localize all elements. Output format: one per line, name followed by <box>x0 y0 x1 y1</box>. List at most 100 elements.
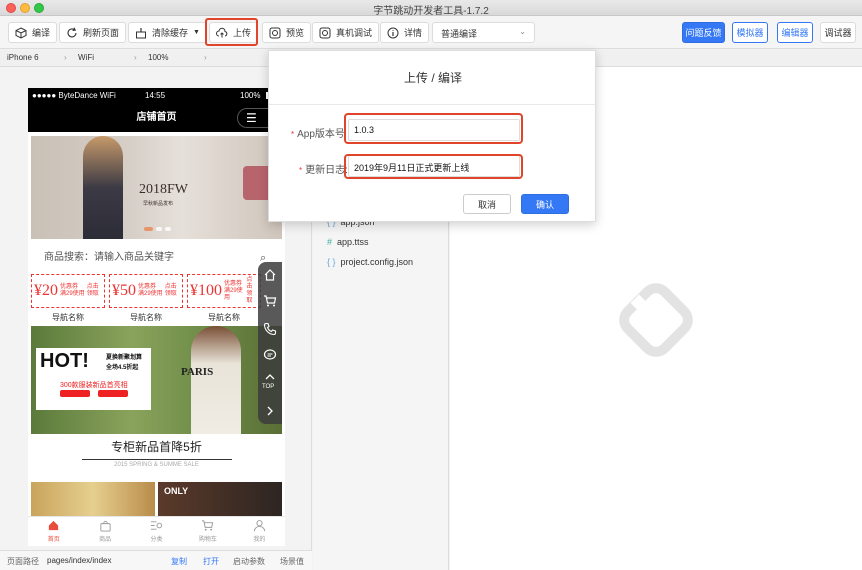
coupon-condition: 满29使用 <box>138 291 163 297</box>
launch-params-link[interactable]: 启动参数 <box>233 556 265 567</box>
menu-icon[interactable]: ☰ <box>246 104 257 132</box>
chevron-down-icon: ⌄ <box>519 27 526 36</box>
user-icon <box>253 520 265 532</box>
simulator-toggle[interactable]: 模拟器 <box>732 22 768 43</box>
chevron-right-icon[interactable] <box>263 404 277 418</box>
nav-bar: 店铺首页 ☰ ✕ <box>28 104 285 132</box>
home-icon[interactable] <box>263 268 277 282</box>
compile-mode-select[interactable]: 普通编译 ⌄ <box>432 22 535 43</box>
json-file-icon: { } <box>327 257 336 267</box>
coupon-amount: ¥20 <box>34 282 58 299</box>
preview-button[interactable]: 预览 <box>262 22 312 43</box>
bytedance-logo-icon <box>619 283 693 357</box>
coupon-card[interactable]: ¥20 优惠券 满29使用 点击领取 <box>31 274 105 308</box>
promo-line2: 全场4.5折起 <box>106 365 139 371</box>
ide-window: 字节跳动开发者工具-1.7.2 编译 刷新页面 清除缓存 ▼ 上传 预览 真机调… <box>0 0 862 570</box>
version-highlight <box>344 113 523 144</box>
tab-category[interactable]: 分类 <box>131 517 182 546</box>
file-name: project.config.json <box>340 257 414 267</box>
cart-icon <box>202 520 214 531</box>
promo-line3: 300款服装新品首亮相 <box>60 382 128 389</box>
title-bar: 字节跳动开发者工具-1.7.2 <box>0 0 862 17</box>
promo-banner[interactable]: HOT! 夏换新聚划算 全场4.5折起 300款服装新品首亮相 PARIS <box>31 326 282 434</box>
compile-mode-value: 普通编译 <box>441 29 478 39</box>
nav-labels: 导航名称 导航名称 导航名称 <box>31 312 261 323</box>
search-placeholder: 商品搜索：请输入商品关键字 <box>44 252 174 263</box>
promo-big-text: 专柜新品首降5折 <box>111 440 202 454</box>
feedback-button[interactable]: 问题反馈 <box>682 22 725 43</box>
cancel-button[interactable]: 取消 <box>463 194 511 214</box>
product-image[interactable] <box>31 482 155 516</box>
refresh-label: 刷新页面 <box>83 28 120 38</box>
banner-title: 2018FW <box>139 182 188 197</box>
nav-label[interactable]: 导航名称 <box>109 312 183 323</box>
compile-button[interactable]: 编译 <box>8 22 58 43</box>
tab-label: 首页 <box>47 537 60 543</box>
tab-cart[interactable]: 购物车 <box>182 517 233 546</box>
clear-cache-button[interactable]: 清除缓存 ▼ <box>128 22 207 43</box>
product-images: ONLY <box>31 482 282 516</box>
tab-products[interactable]: 商品 <box>79 517 130 546</box>
debugger-toggle[interactable]: 调试器 <box>820 22 856 43</box>
page-path: pages/index/index <box>47 556 112 565</box>
open-link[interactable]: 打开 <box>203 556 219 567</box>
promo-pill <box>60 390 90 397</box>
phone-icon[interactable] <box>263 322 277 336</box>
chat-icon[interactable] <box>263 348 277 362</box>
clear-cache-label: 清除缓存 <box>152 28 189 38</box>
home-icon <box>49 520 59 531</box>
promo-pill <box>98 390 128 397</box>
carousel-dots <box>144 227 171 231</box>
file-item[interactable]: { } project.config.json <box>327 257 413 267</box>
details-button[interactable]: 详情 <box>380 22 430 43</box>
file-item[interactable]: # app.ttss <box>327 237 369 247</box>
carrier: ●●●●● ByteDance WiFi <box>32 91 116 100</box>
caret-down-icon: ▼ <box>193 29 200 36</box>
path-label: 页面路径 <box>7 557 39 566</box>
required-mark-icon: * <box>299 166 303 175</box>
details-label: 详情 <box>404 28 423 38</box>
network-select[interactable]: WiFi <box>78 53 94 62</box>
search-bar[interactable]: 商品搜索：请输入商品关键字 ⌕ <box>28 248 285 268</box>
refresh-button[interactable]: 刷新页面 <box>59 22 127 43</box>
cart-icon[interactable] <box>263 294 277 308</box>
banner-image[interactable]: 2018FW 早秋新品发布 <box>31 136 282 239</box>
cube-icon <box>15 26 27 39</box>
list-search-icon <box>150 521 163 530</box>
scene-link[interactable]: 场景值 <box>280 556 304 567</box>
confirm-button[interactable]: 确认 <box>521 194 569 214</box>
refresh-icon <box>67 27 77 37</box>
zoom-select[interactable]: 100% <box>148 53 168 62</box>
copy-link[interactable]: 复制 <box>171 556 187 567</box>
changelog-highlight <box>344 154 523 179</box>
device-debug-button[interactable]: 真机调试 <box>312 22 380 43</box>
editor-toggle[interactable]: 编辑器 <box>777 22 813 43</box>
device-debug-icon <box>319 27 331 38</box>
tab-label: 购物车 <box>198 537 217 543</box>
dialog-title: 上传 / 编译 <box>269 51 597 105</box>
coupon-get: 点击领取 <box>164 284 177 297</box>
version-label-text: App版本号 <box>297 129 345 140</box>
back-to-top-label[interactable]: TOP <box>262 384 274 390</box>
file-name: app.ttss <box>337 237 369 247</box>
nav-label[interactable]: 导航名称 <box>187 312 261 323</box>
nav-title: 店铺首页 <box>136 112 177 123</box>
coupon-get: 点击领取 <box>86 284 99 297</box>
coupon-card[interactable]: ¥100 优惠券 满29使用 点击领取 <box>187 274 261 308</box>
log-label: * 更新日志: <box>299 161 348 176</box>
coupon-title: 优惠券 <box>138 284 157 290</box>
required-mark-icon: * <box>291 130 295 139</box>
tab-label: 分类 <box>150 537 163 543</box>
tab-profile[interactable]: 我的 <box>234 517 285 546</box>
info-icon <box>387 27 399 38</box>
promo-caption: 专柜新品首降5折 2015 SPRING & SUMME SALE <box>31 436 282 472</box>
arrow-up-icon[interactable] <box>263 370 277 384</box>
broom-icon <box>136 27 146 38</box>
nav-label[interactable]: 导航名称 <box>31 312 105 323</box>
tab-home[interactable]: 首页 <box>28 517 79 546</box>
coupon-condition: 满29使用 <box>60 291 85 297</box>
coupon-card[interactable]: ¥50 优惠券 满29使用 点击领取 <box>109 274 183 308</box>
device-select[interactable]: iPhone 6 <box>7 53 39 62</box>
version-label: * App版本号 <box>291 125 345 140</box>
product-image[interactable]: ONLY <box>158 482 282 516</box>
